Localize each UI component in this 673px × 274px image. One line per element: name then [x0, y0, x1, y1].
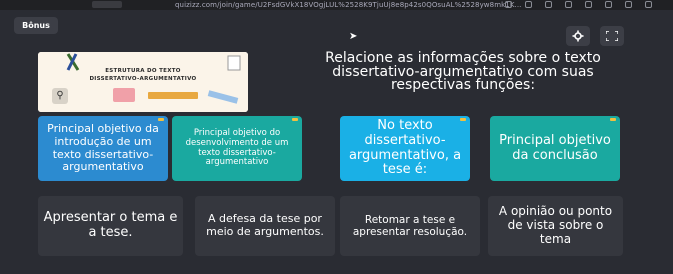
extension-icon[interactable]	[545, 1, 552, 8]
answer-card-1[interactable]: Apresentar o tema e a tese.	[38, 196, 183, 256]
cursor-icon: ➤	[349, 31, 358, 42]
fullscreen-icon	[606, 31, 618, 41]
browser-tab[interactable]	[92, 1, 122, 8]
illustration	[38, 52, 248, 112]
image-text-line-2: DISSERTATIVO-ARGUMENTATIVO	[89, 76, 197, 82]
match-card-top-3[interactable]: No texto dissertativo-argumentativo, a t…	[340, 116, 470, 181]
address-bar[interactable]: quizizz.com/join/game/U2FsdGVkX18VOgjLUL…	[175, 0, 521, 10]
match-card-text: Principal objetivo da introdução de um t…	[47, 122, 159, 174]
drag-handle-icon[interactable]	[158, 118, 164, 121]
favorite-icon[interactable]	[585, 1, 592, 8]
match-card-text: Principal objetivo do desenvolvimento de…	[185, 127, 289, 168]
answer-card-text: Retomar a tese e apresentar resolução.	[352, 213, 468, 238]
answer-card-text: A opinião ou ponto de vista sobre o tema	[498, 204, 613, 246]
media-icon[interactable]	[565, 1, 572, 8]
match-card-text: Principal objetivo da conclusão	[499, 132, 611, 163]
image-text-line-1: ESTRUTURA DO TEXTO	[105, 68, 181, 74]
download-icon[interactable]	[625, 1, 632, 8]
zoom-icon[interactable]: ⚲	[52, 88, 68, 104]
drag-handle-icon[interactable]	[460, 118, 466, 121]
match-card-top-2[interactable]: Principal objetivo do desenvolvimento de…	[172, 116, 302, 181]
drag-handle-icon[interactable]	[610, 118, 616, 121]
match-card-text: No texto dissertativo-argumentativo, a t…	[348, 117, 462, 178]
match-card-top-1[interactable]: Principal objetivo da introdução de um t…	[38, 116, 168, 181]
profile-icon[interactable]	[605, 1, 612, 8]
match-card-top-4[interactable]: Principal objetivo da conclusão	[490, 116, 620, 181]
answer-card-2[interactable]: A defesa da tese por meio de argumentos.	[195, 196, 335, 256]
question-text: Relacione as informações sobre o texto d…	[325, 50, 601, 93]
menu-icon[interactable]	[645, 1, 652, 8]
answer-card-4[interactable]: A opinião ou ponto de vista sobre o tema	[488, 196, 623, 256]
settings-button[interactable]	[566, 26, 590, 46]
browser-toolbar: quizizz.com/join/game/U2FsdGVkX18VOgjLUL…	[0, 0, 673, 10]
answer-card-text: A defesa da tese por meio de argumentos.	[206, 212, 324, 238]
answer-card-3[interactable]: Retomar a tese e apresentar resolução.	[340, 196, 480, 256]
gear-icon	[572, 30, 584, 42]
answer-card-text: Apresentar o tema e a tese.	[43, 210, 178, 240]
question-image[interactable]: ESTRUTURA DO TEXTO DISSERTATIVO-ARGUMENT…	[38, 52, 248, 112]
bookmark-icon[interactable]	[505, 1, 512, 8]
drag-handle-icon[interactable]	[292, 118, 298, 121]
fullscreen-button[interactable]	[600, 26, 624, 46]
bonus-badge: Bônus	[14, 17, 58, 34]
extension-icon[interactable]	[525, 1, 532, 8]
